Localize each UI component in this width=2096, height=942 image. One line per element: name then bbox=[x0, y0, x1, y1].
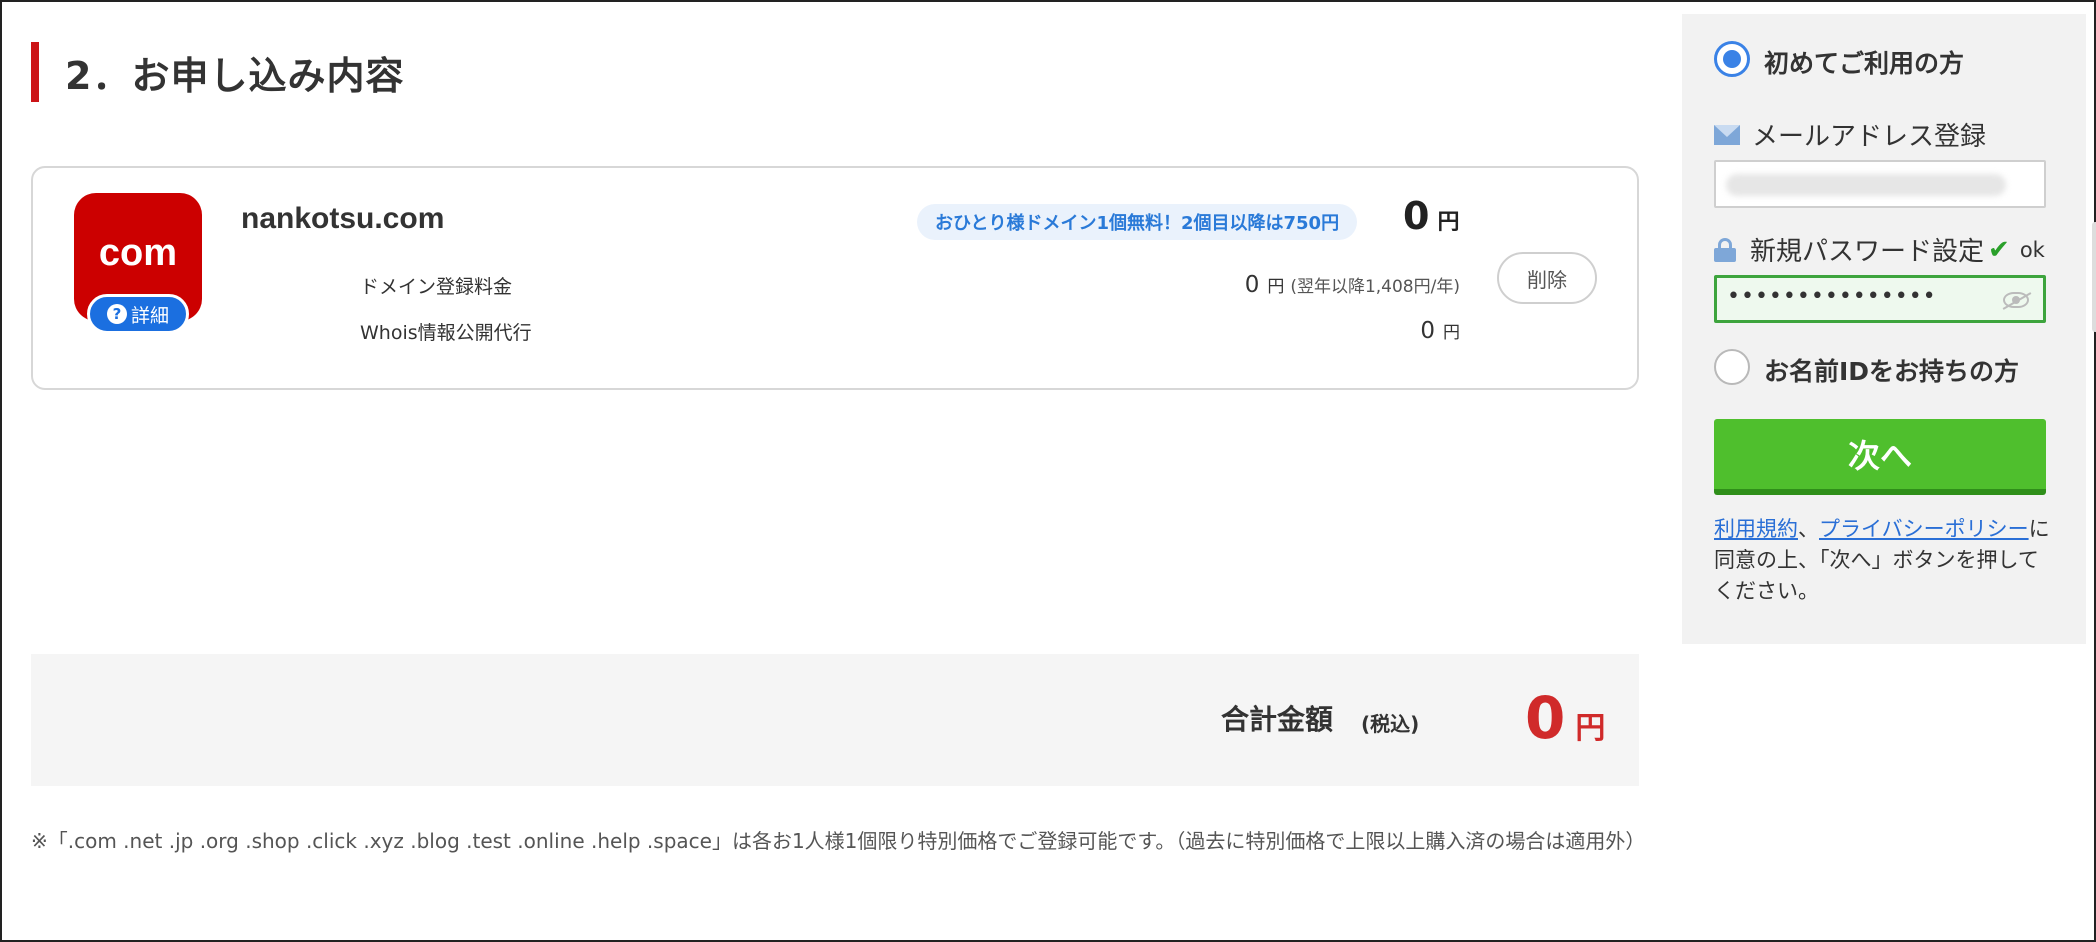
delete-button[interactable]: 削除 bbox=[1497, 252, 1597, 304]
terms-separator: 、 bbox=[1798, 517, 1819, 541]
password-status: ok bbox=[2019, 237, 2045, 262]
total-amount-value: 0 bbox=[1525, 684, 1566, 752]
new-user-label[interactable]: 初めてご利用の方 bbox=[1764, 44, 1964, 80]
fee-note: (翌年以降1,408円/年) bbox=[1290, 277, 1460, 297]
fee-unit: 円 bbox=[1267, 277, 1285, 297]
domain-card: com ? 詳細 nankotsu.com おひとり様ドメイン1個無料！2個目以… bbox=[31, 166, 1639, 390]
total-amount-unit: 円 bbox=[1575, 711, 1606, 746]
section-title: 2．お申し込み内容 bbox=[31, 42, 404, 102]
domain-price-value: 0 bbox=[1403, 194, 1430, 238]
mail-icon bbox=[1714, 124, 1740, 145]
existing-user-label[interactable]: お名前IDをお持ちの方 bbox=[1764, 352, 2019, 388]
domain-price: 0 円 bbox=[1403, 194, 1459, 238]
scroll-edge bbox=[2092, 222, 2096, 332]
fee-unit: 円 bbox=[1443, 323, 1460, 343]
fee-amount: 0 bbox=[1420, 318, 1435, 344]
page-frame: 2．お申し込み内容 com ? 詳細 nankotsu.com おひとり様ドメイ… bbox=[0, 0, 2096, 942]
email-field[interactable] bbox=[1714, 160, 2046, 208]
total-amount: 0 円 bbox=[1525, 684, 1605, 752]
fee-amount: 0 bbox=[1244, 272, 1260, 298]
email-value-blurred bbox=[1726, 174, 2006, 196]
privacy-link[interactable]: プライバシーポリシー bbox=[1819, 517, 2029, 541]
tld-label: com bbox=[98, 231, 178, 274]
password-label-text: 新規パスワード設定 bbox=[1750, 237, 1985, 267]
fee-label: ドメイン登録料金 bbox=[360, 276, 513, 298]
existing-user-radio[interactable] bbox=[1714, 349, 1750, 385]
password-field[interactable]: ••••••••••••••• bbox=[1714, 275, 2046, 323]
domain-name: nankotsu.com bbox=[241, 202, 445, 235]
new-user-radio[interactable] bbox=[1714, 41, 1750, 77]
email-field-label: メールアドレス登録 bbox=[1714, 116, 1986, 153]
terms-notice: 利用規約、プライバシーポリシーに同意の上、「次へ」ボタンを押してください。 bbox=[1714, 514, 2059, 607]
total-label: 合計金額 bbox=[1221, 703, 1334, 736]
email-label-text: メールアドレス登録 bbox=[1752, 122, 1987, 152]
section-title-text: 2．お申し込み内容 bbox=[65, 53, 405, 98]
footnote: ※「.com .net .jp .org .shop .click .xyz .… bbox=[31, 829, 1646, 853]
title-accent-bar bbox=[31, 42, 39, 102]
login-sidebar: 初めてご利用の方 メールアドレス登録 新規パスワード設定 ✔ ok ••••••… bbox=[1682, 14, 2086, 644]
fee-value: 0 円 bbox=[1420, 318, 1460, 344]
detail-button-label: 詳細 bbox=[130, 304, 169, 327]
detail-button[interactable]: ? 詳細 bbox=[87, 294, 189, 334]
next-button[interactable]: 次へ bbox=[1714, 419, 2046, 495]
password-value: ••••••••••••••• bbox=[1727, 284, 1937, 309]
domain-price-unit: 円 bbox=[1437, 210, 1460, 235]
total-tax-note: (税込) bbox=[1361, 712, 1420, 736]
terms-link[interactable]: 利用規約 bbox=[1714, 517, 1798, 541]
promo-badge: おひとり様ドメイン1個無料！2個目以降は750円 bbox=[917, 204, 1358, 240]
fee-row-whois: Whois情報公開代行 0 円 bbox=[360, 318, 1460, 348]
fee-row-registration: ドメイン登録料金 0 円 (翌年以降1,408円/年) bbox=[360, 272, 1460, 302]
fee-value: 0 円 (翌年以降1,408円/年) bbox=[1245, 272, 1460, 298]
check-icon: ✔ bbox=[1988, 234, 2010, 265]
eye-off-icon[interactable] bbox=[2003, 292, 2029, 308]
lock-icon bbox=[1714, 237, 1736, 262]
total-box: 合計金額 (税込) 0 円 bbox=[31, 654, 1639, 786]
password-field-label: 新規パスワード設定 ✔ ok bbox=[1714, 231, 2045, 268]
question-icon: ? bbox=[106, 304, 127, 324]
fee-label: Whois情報公開代行 bbox=[360, 322, 532, 344]
